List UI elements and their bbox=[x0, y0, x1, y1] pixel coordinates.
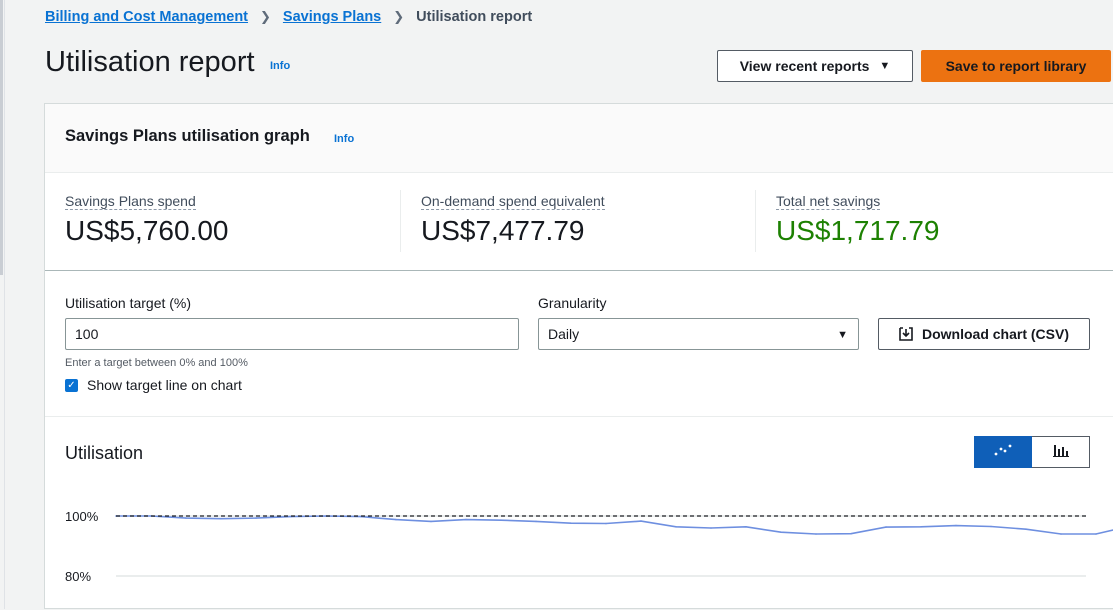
panel-title: Savings Plans utilisation graph bbox=[65, 127, 310, 145]
metrics-divider bbox=[45, 270, 1113, 271]
data-point bbox=[185, 517, 187, 519]
data-point bbox=[640, 520, 642, 522]
data-point bbox=[500, 519, 502, 521]
data-point bbox=[1095, 533, 1097, 535]
data-point bbox=[920, 526, 922, 528]
data-point bbox=[955, 524, 957, 527]
data-point bbox=[465, 518, 467, 521]
utilisation-target-hint: Enter a target between 0% and 100% bbox=[65, 357, 248, 369]
bar-chart-toggle[interactable] bbox=[1032, 436, 1090, 468]
data-point bbox=[885, 526, 887, 528]
metric-on-demand-spend: On-demand spend equivalent US$7,477.79 bbox=[421, 193, 605, 247]
metric-divider bbox=[755, 190, 756, 252]
metric-label[interactable]: Total net savings bbox=[776, 193, 881, 210]
breadcrumb-billing[interactable]: Billing and Cost Management bbox=[45, 9, 248, 25]
data-point bbox=[430, 520, 432, 523]
chevron-right-icon: ❯ bbox=[260, 9, 271, 24]
metric-value: US$7,477.79 bbox=[421, 215, 585, 246]
data-point bbox=[1025, 528, 1027, 530]
data-point bbox=[780, 531, 782, 533]
panel-info-link[interactable]: Info bbox=[334, 133, 354, 145]
utilisation-target-input[interactable]: 100 bbox=[65, 318, 519, 350]
metric-total-net-savings: Total net savings US$1,717.79 bbox=[776, 193, 939, 247]
show-target-line-label: Show target line on chart bbox=[87, 377, 242, 393]
line-chart-toggle[interactable] bbox=[974, 436, 1032, 468]
data-point bbox=[1060, 533, 1062, 535]
y-tick-label: 100% bbox=[65, 509, 99, 524]
panel-header: Savings Plans utilisation graph Info bbox=[45, 104, 1113, 173]
utilisation-graph-panel: Savings Plans utilisation graph Info Sav… bbox=[44, 103, 1113, 609]
data-point bbox=[675, 526, 677, 528]
caret-down-icon: ▼ bbox=[837, 329, 848, 341]
data-point bbox=[990, 525, 992, 528]
granularity-label: Granularity bbox=[538, 295, 607, 311]
data-point bbox=[850, 532, 852, 535]
data-point bbox=[535, 520, 537, 523]
show-target-line-checkbox[interactable]: ✓ bbox=[65, 378, 78, 392]
breadcrumb: Billing and Cost Management ❯ Savings Pl… bbox=[45, 6, 532, 28]
bar-chart-icon bbox=[1052, 443, 1070, 462]
line-chart-icon bbox=[994, 443, 1012, 461]
data-point bbox=[710, 527, 712, 529]
data-point bbox=[255, 517, 257, 519]
download-chart-label: Download chart (CSV) bbox=[921, 326, 1069, 342]
metric-value: US$5,760.00 bbox=[65, 215, 229, 246]
page-title: Utilisation report bbox=[45, 46, 255, 78]
utilisation-title: Utilisation bbox=[65, 443, 144, 463]
granularity-select[interactable]: Daily ▼ bbox=[538, 318, 859, 350]
download-icon bbox=[899, 327, 913, 341]
show-target-line-row[interactable]: ✓ Show target line on chart bbox=[65, 377, 242, 393]
y-tick-label: 80% bbox=[65, 569, 91, 584]
utilisation-line-chart: 100% 80% bbox=[65, 509, 1113, 584]
metric-label[interactable]: Savings Plans spend bbox=[65, 193, 196, 210]
page-info-link[interactable]: Info bbox=[270, 60, 290, 72]
data-point bbox=[815, 533, 817, 535]
data-point bbox=[220, 517, 222, 520]
metric-savings-plans-spend: Savings Plans spend US$5,760.00 bbox=[65, 193, 228, 247]
data-point bbox=[395, 518, 397, 521]
left-rail-border bbox=[4, 0, 5, 609]
granularity-value: Daily bbox=[548, 326, 580, 342]
breadcrumb-savings-plans[interactable]: Savings Plans bbox=[283, 9, 381, 25]
utilisation-series-line bbox=[116, 515, 1113, 535]
data-point bbox=[570, 522, 572, 524]
left-rail bbox=[0, 0, 3, 275]
data-point bbox=[605, 522, 607, 525]
utilisation-target-label: Utilisation target (%) bbox=[65, 295, 192, 311]
chevron-right-icon: ❯ bbox=[393, 9, 405, 24]
caret-down-icon: ▼ bbox=[879, 60, 891, 72]
chart-view-toggle bbox=[974, 436, 1090, 468]
breadcrumb-current: Utilisation report bbox=[416, 9, 533, 25]
metric-divider bbox=[400, 190, 401, 252]
view-recent-reports-label: View recent reports bbox=[739, 58, 870, 74]
view-recent-reports-button[interactable]: View recent reports ▼ bbox=[717, 50, 913, 82]
section-divider bbox=[45, 416, 1113, 417]
metric-label[interactable]: On-demand spend equivalent bbox=[421, 193, 605, 210]
data-point bbox=[745, 526, 747, 528]
download-chart-button[interactable]: Download chart (CSV) bbox=[878, 318, 1090, 350]
metric-value: US$1,717.79 bbox=[776, 215, 940, 246]
save-to-report-library-button[interactable]: Save to report library bbox=[921, 50, 1111, 82]
